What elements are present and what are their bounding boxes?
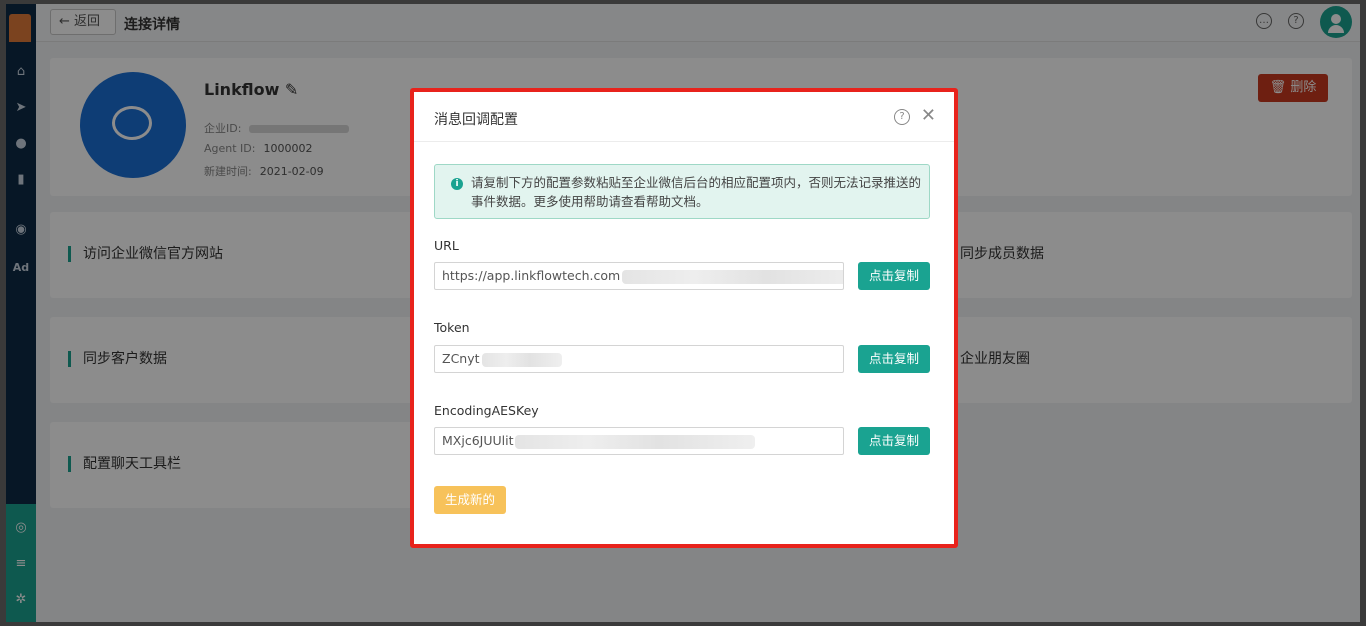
aes-key-label: EncodingAESKey bbox=[434, 403, 539, 418]
token-field[interactable]: ZCnyt bbox=[434, 345, 844, 373]
app-window: ⌂ ➤ ● ▮ ◉ Ad ◎ ≡ ✲ ← 返回 连接详情 … ? Linkflo… bbox=[6, 4, 1360, 622]
generate-new-button[interactable]: 生成新的 bbox=[434, 486, 506, 514]
copy-aes-key-button[interactable]: 点击复制 bbox=[858, 427, 930, 455]
help-icon[interactable]: ? bbox=[894, 109, 910, 125]
close-icon[interactable]: ✕ bbox=[921, 105, 936, 126]
highlight-frame: 消息回调配置 ? ✕ i 请复制下方的配置参数粘贴至企业微信后台的相应配置项内，… bbox=[410, 88, 958, 548]
redacted-value bbox=[481, 352, 562, 367]
url-label: URL bbox=[434, 238, 459, 253]
alert-text: 请复制下方的配置参数粘贴至企业微信后台的相应配置项内，否则无法记录推送的事件数据… bbox=[471, 175, 922, 209]
modal-header: 消息回调配置 ? ✕ bbox=[414, 92, 954, 142]
redacted-value bbox=[515, 434, 756, 449]
url-field[interactable]: https://app.linkflowtech.com bbox=[434, 262, 844, 290]
redacted-value bbox=[622, 269, 843, 284]
info-alert: i 请复制下方的配置参数粘贴至企业微信后台的相应配置项内，否则无法记录推送的事件… bbox=[434, 164, 930, 219]
copy-url-button[interactable]: 点击复制 bbox=[858, 262, 930, 290]
info-icon: i bbox=[451, 178, 463, 190]
copy-token-button[interactable]: 点击复制 bbox=[858, 345, 930, 373]
modal-title: 消息回调配置 bbox=[434, 112, 518, 128]
aes-key-field[interactable]: MXjc6JUUlit bbox=[434, 427, 844, 455]
callback-config-modal: 消息回调配置 ? ✕ i 请复制下方的配置参数粘贴至企业微信后台的相应配置项内，… bbox=[414, 92, 954, 544]
token-label: Token bbox=[434, 320, 470, 335]
